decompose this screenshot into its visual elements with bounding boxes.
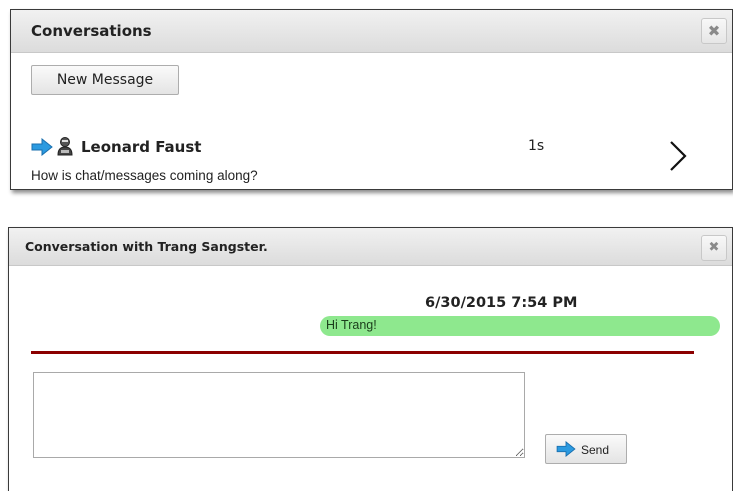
- chat-header: Conversation with Trang Sangster. ✖: [9, 228, 732, 266]
- conversation-contact-name: Leonard Faust: [81, 138, 202, 156]
- message-timestamp: 6/30/2015 7:54 PM: [425, 295, 578, 311]
- conversations-title: Conversations: [31, 22, 152, 40]
- chat-title: Conversation with Trang Sangster.: [25, 239, 268, 254]
- conversations-header: Conversations ✖: [11, 10, 732, 53]
- new-message-button[interactable]: New Message: [31, 65, 179, 95]
- close-icon: ✖: [708, 240, 720, 255]
- arrow-right-icon: [556, 441, 576, 457]
- chat-panel: Conversation with Trang Sangster. ✖ 6/30…: [8, 227, 733, 491]
- close-icon: ✖: [707, 22, 721, 40]
- arrow-right-icon: [31, 138, 53, 156]
- user-avatar-icon: [57, 137, 73, 156]
- message-bubble: Hi Trang!: [320, 316, 720, 336]
- chevron-right-icon[interactable]: [668, 140, 688, 172]
- reply-textarea[interactable]: [33, 372, 525, 458]
- send-button[interactable]: Send: [545, 434, 627, 464]
- conversation-preview: How is chat/messages coming along?: [31, 168, 258, 183]
- message-text: Hi Trang!: [326, 318, 377, 332]
- close-chat-button[interactable]: ✖: [701, 235, 727, 261]
- message-divider: [31, 351, 694, 354]
- conversation-time: 1s: [528, 138, 545, 154]
- close-conversations-button[interactable]: ✖: [701, 18, 727, 44]
- conversation-list-item[interactable]: Leonard Faust 1s How is chat/messages co…: [11, 126, 732, 189]
- conversations-panel: Conversations ✖ New Message Leonard Faus…: [10, 9, 733, 190]
- send-label: Send: [581, 443, 610, 457]
